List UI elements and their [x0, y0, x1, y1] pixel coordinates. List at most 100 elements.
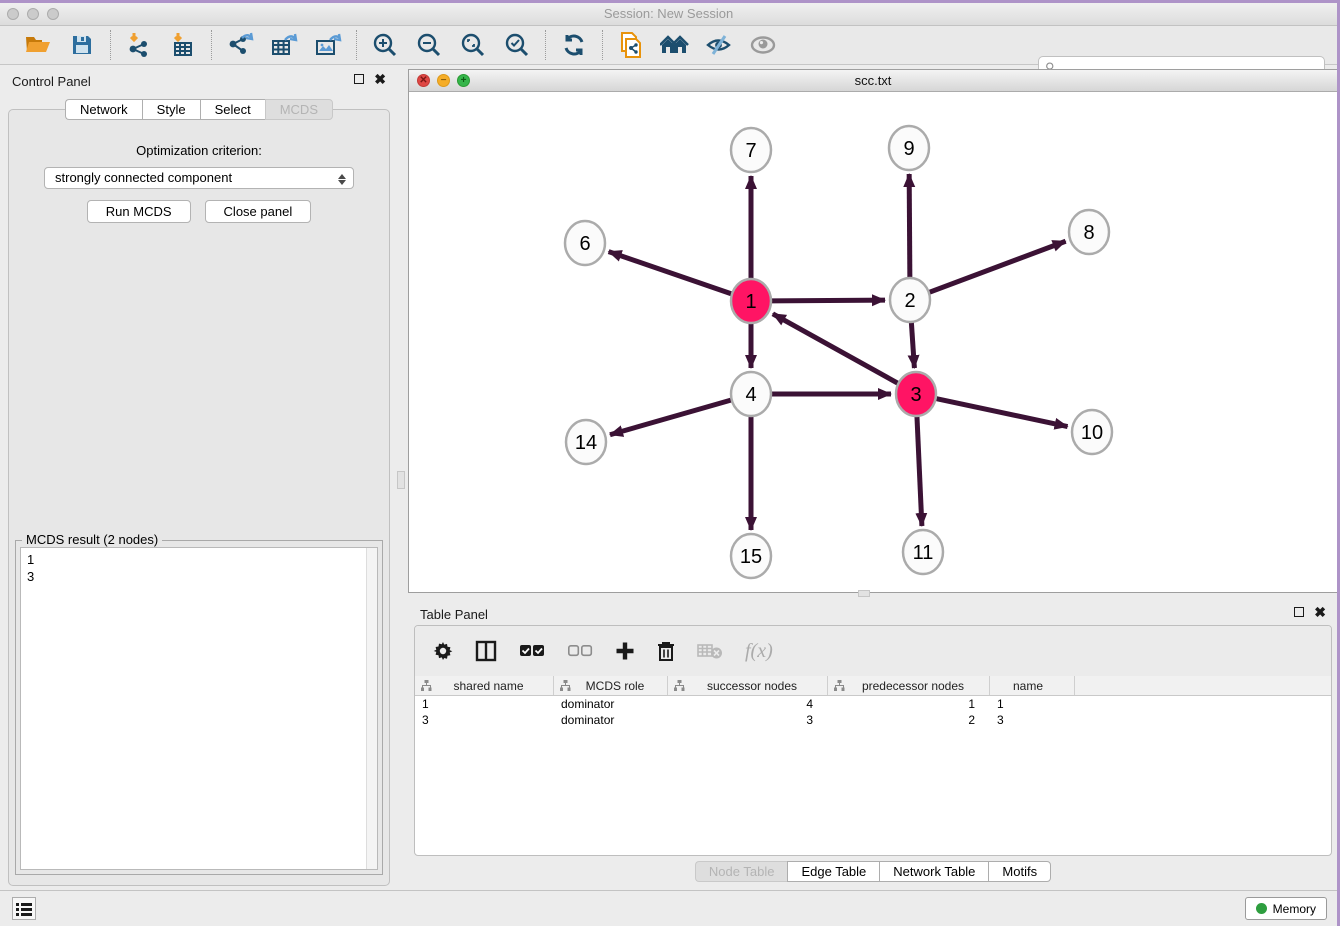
memory-button[interactable]: Memory — [1245, 897, 1327, 920]
graph-node-6[interactable]: 6 — [565, 221, 605, 265]
hide-selected-icon[interactable] — [704, 30, 734, 60]
deselect-all-icon[interactable] — [567, 644, 593, 658]
graph-node-9[interactable]: 9 — [889, 126, 929, 170]
graph-node-4[interactable]: 4 — [731, 372, 771, 416]
zoom-selected-icon[interactable] — [502, 30, 532, 60]
column-header-name[interactable]: name — [990, 676, 1075, 695]
graph-node-15[interactable]: 15 — [731, 534, 771, 578]
close-window-button[interactable] — [7, 8, 19, 20]
minimize-window-button[interactable] — [27, 8, 39, 20]
window-title: Session: New Session — [0, 3, 1337, 25]
cell-successor-nodes[interactable]: 3 — [668, 712, 828, 728]
delete-icon[interactable] — [657, 641, 675, 662]
svg-text:9: 9 — [903, 138, 914, 160]
svg-text:3: 3 — [910, 384, 921, 406]
table-row[interactable]: 3dominator323 — [415, 712, 1331, 728]
table-row[interactable]: 1dominator411 — [415, 696, 1331, 712]
graph-edge-2-9[interactable] — [909, 174, 910, 278]
export-table-icon[interactable] — [269, 30, 299, 60]
column-header-predecessor-nodes[interactable]: predecessor nodes — [828, 676, 990, 695]
cell-predecessor-nodes[interactable]: 1 — [828, 696, 990, 712]
graph-edge-2-8[interactable] — [930, 241, 1066, 292]
select-stepper-icon — [337, 171, 347, 187]
result-scrollbar[interactable] — [366, 548, 377, 869]
graph-edge-3-11[interactable] — [917, 416, 922, 526]
svg-text:4: 4 — [745, 384, 756, 406]
graph-node-11[interactable]: 11 — [903, 530, 943, 574]
network-window-titlebar[interactable]: ✕ − + scc.txt — [409, 70, 1337, 92]
cell-shared-name[interactable]: 3 — [415, 712, 554, 728]
graph-node-7[interactable]: 7 — [731, 128, 771, 172]
cell-shared-name[interactable]: 1 — [415, 696, 554, 712]
show-all-icon[interactable] — [748, 30, 778, 60]
zoom-window-button[interactable] — [47, 8, 59, 20]
horizontal-splitter-handle[interactable] — [858, 590, 870, 597]
zoom-fit-icon[interactable] — [458, 30, 488, 60]
mcds-result-area[interactable]: 1 3 — [20, 547, 378, 870]
svg-text:10: 10 — [1081, 422, 1103, 444]
zoom-in-icon[interactable] — [370, 30, 400, 60]
float-table-panel-icon[interactable] — [1294, 607, 1304, 617]
cell-MCDS-role[interactable]: dominator — [554, 712, 668, 728]
export-image-icon[interactable] — [313, 30, 343, 60]
delete-table-icon[interactable] — [697, 642, 723, 660]
table-tab-motifs[interactable]: Motifs — [988, 861, 1051, 882]
clone-network-icon[interactable] — [616, 30, 646, 60]
table-tab-node-table[interactable]: Node Table — [695, 861, 788, 882]
control-tab-mcds[interactable]: MCDS — [265, 99, 333, 120]
close-table-panel-icon[interactable]: ✖ — [1314, 607, 1326, 617]
select-all-icon[interactable] — [519, 644, 545, 658]
save-session-icon[interactable] — [67, 30, 97, 60]
run-mcds-button[interactable]: Run MCDS — [87, 200, 191, 223]
graph-edge-2-3[interactable] — [911, 322, 914, 368]
export-network-icon[interactable] — [225, 30, 255, 60]
vertical-splitter-handle[interactable] — [397, 471, 405, 489]
column-header-MCDS-role[interactable]: MCDS role — [554, 676, 668, 695]
first-neighbors-icon[interactable] — [660, 30, 690, 60]
graph-node-3[interactable]: 3 — [896, 372, 936, 416]
control-panel-title: Control Panel — [12, 74, 91, 89]
column-header-shared-name[interactable]: shared name — [415, 676, 554, 695]
float-panel-icon[interactable] — [354, 74, 364, 84]
graph-edge-3-1[interactable] — [773, 314, 898, 383]
graph-node-14[interactable]: 14 — [566, 420, 606, 464]
add-icon[interactable] — [615, 641, 635, 661]
refresh-icon[interactable] — [559, 30, 589, 60]
task-history-button[interactable] — [12, 897, 36, 920]
graph-edge-4-14[interactable] — [610, 400, 731, 435]
function-builder-icon[interactable]: f(x) — [745, 640, 773, 663]
cell-name[interactable]: 1 — [990, 696, 1075, 712]
cell-predecessor-nodes[interactable]: 2 — [828, 712, 990, 728]
network-canvas[interactable]: 1 2 3 4 6 7 8 9 10 11 14 15 — [409, 92, 1337, 592]
close-panel-icon[interactable]: ✖ — [374, 74, 386, 84]
import-table-icon[interactable] — [168, 30, 198, 60]
graph-edge-3-10[interactable] — [937, 399, 1068, 427]
control-tab-network[interactable]: Network — [65, 99, 142, 120]
graph-edge-1-6[interactable] — [609, 252, 732, 294]
cell-name[interactable]: 3 — [990, 712, 1075, 728]
memory-label: Memory — [1273, 902, 1316, 916]
column-header-successor-nodes[interactable]: successor nodes — [668, 676, 828, 695]
cell-MCDS-role[interactable]: dominator — [554, 696, 668, 712]
column-pane-icon[interactable] — [475, 640, 497, 662]
criterion-select[interactable]: strongly connected component — [44, 167, 354, 189]
network-close-button[interactable]: ✕ — [417, 74, 430, 87]
table-tab-network-table[interactable]: Network Table — [879, 861, 988, 882]
network-zoom-button[interactable]: + — [457, 74, 470, 87]
table-tab-edge-table[interactable]: Edge Table — [787, 861, 879, 882]
control-tab-style[interactable]: Style — [142, 99, 200, 120]
cell-successor-nodes[interactable]: 4 — [668, 696, 828, 712]
graph-node-1[interactable]: 1 — [731, 279, 771, 323]
open-session-icon[interactable] — [23, 30, 53, 60]
graph-node-8[interactable]: 8 — [1069, 210, 1109, 254]
svg-text:14: 14 — [575, 432, 597, 454]
graph-node-2[interactable]: 2 — [890, 278, 930, 322]
graph-node-10[interactable]: 10 — [1072, 410, 1112, 454]
control-tab-select[interactable]: Select — [200, 99, 265, 120]
gear-icon[interactable] — [433, 641, 453, 661]
zoom-out-icon[interactable] — [414, 30, 444, 60]
close-panel-button[interactable]: Close panel — [205, 200, 312, 223]
import-network-icon[interactable] — [124, 30, 154, 60]
network-minimize-button[interactable]: − — [437, 74, 450, 87]
graph-edge-1-2[interactable] — [772, 300, 885, 301]
